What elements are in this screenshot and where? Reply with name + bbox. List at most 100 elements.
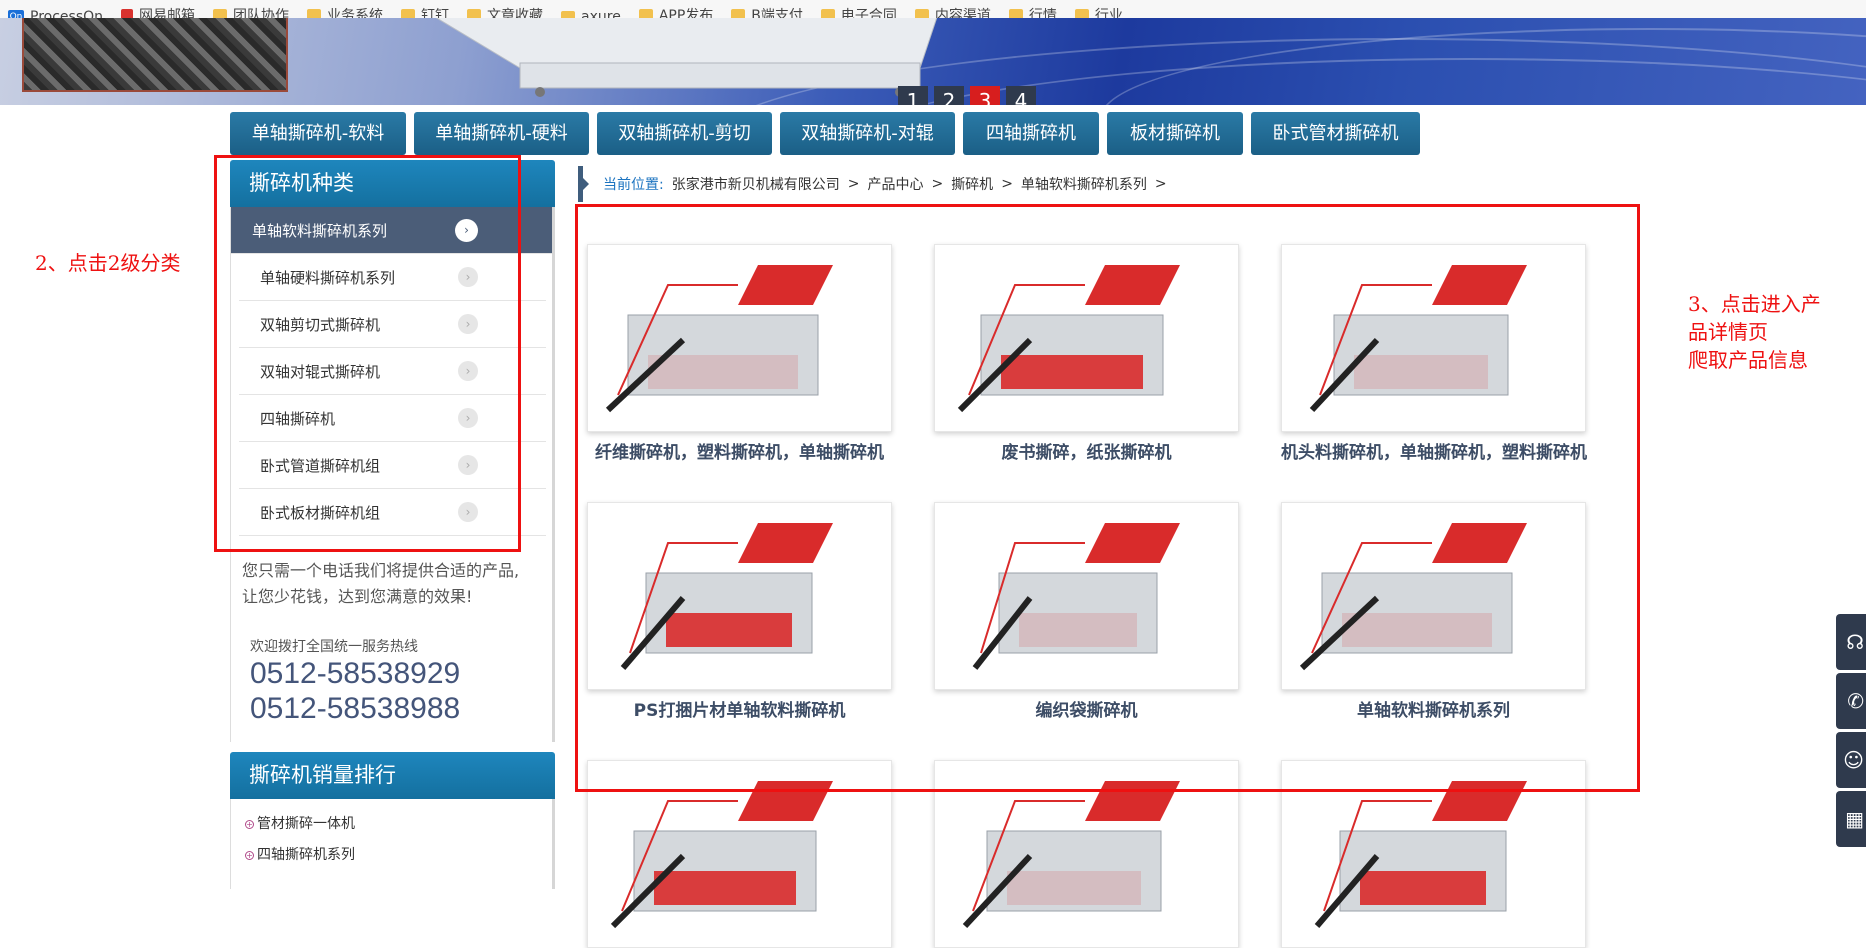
promo-text-2: 让您少花钱，达到您满意的效果! bbox=[242, 587, 473, 606]
slider-page-2[interactable]: 2 bbox=[934, 86, 964, 105]
bookmark-item[interactable]: 钉钉 bbox=[401, 5, 449, 18]
product-card[interactable]: 单轴软料撕碎机系列 bbox=[1281, 502, 1586, 722]
bookmark-label: 网易邮箱 bbox=[139, 8, 196, 18]
product-image[interactable] bbox=[587, 502, 892, 690]
product-card[interactable] bbox=[934, 760, 1239, 948]
headset-icon[interactable]: ☊ bbox=[1836, 614, 1866, 670]
category-tab[interactable]: 板材撕碎机 bbox=[1107, 112, 1243, 155]
category-tab[interactable]: 四轴撕碎机 bbox=[963, 112, 1099, 155]
breadcrumb-link[interactable]: 产品中心 bbox=[867, 174, 923, 194]
wechat-icon[interactable]: ☺ bbox=[1836, 732, 1866, 788]
product-image[interactable] bbox=[934, 502, 1239, 690]
promo-text-1: 您只需一个电话我们将提供合适的产品, bbox=[242, 561, 520, 580]
breadcrumb-link[interactable]: 张家港市新贝机械有限公司 bbox=[672, 174, 840, 194]
bookmark-item[interactable]: 内容渠道 bbox=[914, 5, 991, 18]
annotation-step3-line3: 爬取产品信息 bbox=[1688, 348, 1808, 372]
banner-thumbnail-image bbox=[22, 18, 288, 92]
bookmark-item[interactable]: B端支付 bbox=[731, 5, 803, 18]
product-image[interactable] bbox=[1281, 502, 1586, 690]
bookmark-label: APP发布 bbox=[658, 8, 714, 18]
product-name[interactable]: 单轴软料撕碎机系列 bbox=[1281, 700, 1586, 722]
category-tab[interactable]: 双轴撕碎机-对辊 bbox=[780, 112, 955, 155]
bookmark-item[interactable]: 电子合同 bbox=[820, 5, 897, 18]
product-image[interactable] bbox=[587, 760, 892, 948]
product-name[interactable]: 纤维撕碎机，塑料撕碎机，单轴撕碎机 bbox=[587, 442, 892, 464]
folder-icon bbox=[561, 11, 576, 18]
sidebar-item[interactable]: 卧式管道撕碎机组 › bbox=[239, 442, 546, 489]
product-name[interactable]: PS打捆片材单轴软料撕碎机 bbox=[587, 700, 892, 722]
bookmark-item[interactable]: 团队协作 bbox=[213, 5, 289, 18]
breadcrumb-label: 当前位置: bbox=[603, 177, 664, 193]
category-nav: 单轴撕碎机-软料 单轴撕碎机-硬料 双轴撕碎机-剪切 双轴撕碎机-对辊 四轴撕碎机 板材撕… bbox=[230, 112, 1420, 155]
category-tab[interactable]: 单轴撕碎机-软料 bbox=[230, 112, 406, 155]
category-tab[interactable]: 卧式管材撕碎机 bbox=[1251, 112, 1420, 155]
sales-rank-title: 撕碎机销量排行 bbox=[230, 752, 555, 799]
qrcode-icon[interactable]: ▦ bbox=[1836, 791, 1866, 847]
bookmark-item[interactable]: 文章收藏 bbox=[467, 5, 543, 18]
product-card[interactable]: 编织袋撕碎机 bbox=[934, 502, 1239, 722]
bookmarks-bar: On ProcessOn 网易邮箱 团队协作 业务系统 钉钉 文章收藏 axure APP发布 B… bbox=[0, 0, 1866, 18]
breadcrumb-link[interactable]: 撕碎机 bbox=[951, 174, 993, 194]
breadcrumb-separator: > bbox=[1154, 176, 1167, 192]
sidebar-item-label: 单轴软料撕碎机系列 bbox=[252, 221, 388, 240]
sidebar-item-label: 双轴对辊式撕碎机 bbox=[260, 362, 381, 381]
category-tab[interactable]: 双轴撕碎机-剪切 bbox=[597, 112, 772, 155]
bookmark-item[interactable]: 业务系统 bbox=[307, 5, 383, 18]
bookmark-label: axure bbox=[581, 9, 621, 18]
chevron-right-icon: › bbox=[458, 408, 478, 428]
product-image[interactable] bbox=[934, 244, 1239, 432]
bookmark-item[interactable]: 网易邮箱 bbox=[121, 5, 195, 18]
product-image[interactable] bbox=[1281, 244, 1586, 432]
sidebar-item[interactable]: 单轴硬料撕碎机系列 › bbox=[239, 254, 546, 301]
product-image[interactable] bbox=[934, 760, 1239, 948]
bookmark-label: ProcessOn bbox=[30, 9, 104, 18]
category-tab[interactable]: 单轴撕碎机-硬料 bbox=[414, 112, 589, 155]
folder-icon bbox=[820, 9, 835, 18]
breadcrumb-marker-icon bbox=[578, 166, 589, 202]
slider-page-3[interactable]: 3 bbox=[970, 86, 1000, 105]
product-image[interactable] bbox=[587, 244, 892, 432]
product-name[interactable]: 机头料撕碎机，单轴撕碎机，塑料撕碎机 bbox=[1281, 442, 1587, 464]
bookmark-label: 业务系统 bbox=[327, 8, 384, 18]
product-card[interactable]: PS打捆片材单轴软料撕碎机 bbox=[587, 502, 892, 722]
bookmark-label: 团队协作 bbox=[233, 8, 290, 18]
bookmark-item[interactable]: 行业 bbox=[1074, 5, 1123, 18]
sidebar-item[interactable]: 单轴软料撕碎机系列 › bbox=[231, 207, 552, 254]
sidebar-item[interactable]: 双轴对辊式撕碎机 › bbox=[239, 348, 546, 395]
bookmark-item[interactable]: On ProcessOn bbox=[8, 9, 103, 18]
folder-icon bbox=[307, 9, 322, 18]
bookmark-item[interactable]: axure bbox=[561, 9, 621, 18]
sidebar-item-label: 卧式管道撕碎机组 bbox=[260, 456, 381, 475]
sidebar-item[interactable]: 卧式板材撕碎机组 › bbox=[239, 489, 546, 536]
product-card[interactable] bbox=[587, 760, 892, 948]
bookmark-label: 行情 bbox=[1028, 8, 1057, 18]
product-name[interactable]: 废书撕碎，纸张撕碎机 bbox=[934, 442, 1239, 464]
bookmark-item[interactable]: APP发布 bbox=[638, 5, 714, 18]
rank-item[interactable]: + 管材撕碎一体机 bbox=[245, 809, 552, 840]
breadcrumb-link[interactable]: 单轴软料撕碎机系列 bbox=[1021, 174, 1147, 194]
chevron-right-icon: › bbox=[455, 218, 478, 242]
sidebar-item-label: 单轴硬料撕碎机系列 bbox=[260, 268, 396, 287]
product-name[interactable]: 编织袋撕碎机 bbox=[934, 700, 1239, 722]
sidebar-item-label: 四轴撕碎机 bbox=[260, 409, 336, 428]
product-card[interactable]: 废书撕碎，纸张撕碎机 bbox=[934, 244, 1239, 464]
slider-page-1[interactable]: 1 bbox=[898, 86, 928, 105]
product-image[interactable] bbox=[1281, 760, 1586, 948]
sidebar-item-label: 卧式板材撕碎机组 bbox=[260, 503, 381, 522]
sidebar-item-label: 双轴剪切式撕碎机 bbox=[260, 315, 381, 334]
phone-icon[interactable]: ✆ bbox=[1836, 673, 1866, 729]
annotation-step2: 2、点击2级分类 bbox=[35, 251, 181, 275]
bookmark-label: 文章收藏 bbox=[487, 8, 544, 18]
sidebar-item[interactable]: 双轴剪切式撕碎机 › bbox=[239, 301, 546, 348]
product-card[interactable]: 机头料撕碎机，单轴撕碎机，塑料撕碎机 bbox=[1281, 244, 1587, 464]
folder-icon bbox=[1008, 9, 1023, 18]
banner-slider: 1234 bbox=[0, 18, 1866, 105]
sidebar-item[interactable]: 四轴撕碎机 › bbox=[239, 395, 546, 442]
annotation-step3-line1: 3、点击进入产 bbox=[1688, 292, 1821, 316]
rank-item[interactable]: + 四轴撕碎机系列 bbox=[245, 840, 552, 871]
product-card[interactable] bbox=[1281, 760, 1586, 948]
product-card[interactable]: 纤维撕碎机，塑料撕碎机，单轴撕碎机 bbox=[587, 244, 892, 464]
slider-page-4[interactable]: 4 bbox=[1006, 86, 1036, 105]
folder-icon bbox=[401, 9, 416, 18]
bookmark-item[interactable]: 行情 bbox=[1008, 5, 1057, 18]
